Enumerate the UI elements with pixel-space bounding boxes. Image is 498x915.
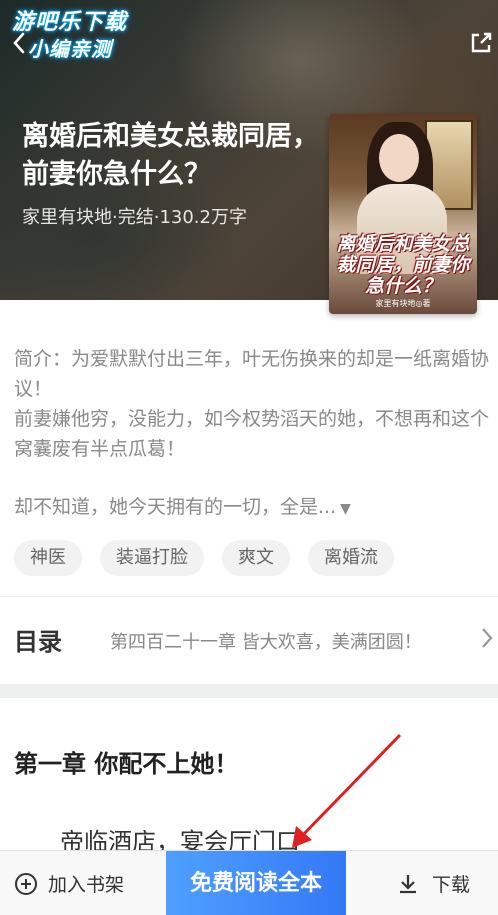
tag-chip[interactable]: 爽文 <box>222 540 290 576</box>
bottom-action-bar: 加入书架 免费阅读全本 下载 <box>0 850 498 915</box>
intro-line: 前妻嫌他穷，没能力，如今权势滔天的她，不想再和这个窝囊废有半点瓜葛！ <box>14 408 490 460</box>
tag-chip[interactable]: 装逼打脸 <box>100 540 204 576</box>
latest-chapter: 第四百二十一章 皆大欢喜，美满团圆！ <box>110 632 422 653</box>
toc-label: 目录 <box>14 628 62 656</box>
intro-more[interactable]: 却不知道，她今天拥有的一切，全是... ▼ <box>14 492 351 524</box>
book-meta: 家里有块地·完结·130.2万字 <box>22 207 247 228</box>
chevron-right-icon <box>480 626 494 656</box>
free-read-button[interactable]: 免费阅读全本 <box>166 851 346 915</box>
watermark-logo: 游吧乐下载 小编亲测 <box>12 10 150 70</box>
intro-line: 简介：为爱默默付出三年，叶无伤换来的却是一纸离婚协议！ <box>14 348 490 400</box>
tag-chip[interactable]: 神医 <box>14 540 82 576</box>
download-button[interactable]: 下载 <box>396 851 470 915</box>
intro-line: 却不知道，她今天拥有的一切，全是... <box>14 496 337 518</box>
plus-circle-icon <box>15 872 37 895</box>
cover-title: 离婚后和美女总裁同居，前妻你急什么？ <box>336 233 470 297</box>
tag-list: 神医 装逼打脸 爽文 离婚流 <box>14 540 394 576</box>
download-icon <box>400 874 416 893</box>
cover-author: 家里有块地◎著 <box>375 299 431 308</box>
divider <box>0 596 498 597</box>
section-divider <box>0 684 498 698</box>
tag-chip[interactable]: 离婚流 <box>308 540 394 576</box>
add-to-shelf-button[interactable]: 加入书架 <box>14 851 124 915</box>
share-button[interactable] <box>468 30 494 56</box>
watermark-line2: 小编亲测 <box>28 37 112 61</box>
download-label: 下载 <box>432 874 471 896</box>
table-of-contents-row[interactable]: 目录 第四百二十一章 皆大欢喜，美满团圆！ <box>0 598 498 684</box>
chevron-left-icon <box>13 32 25 54</box>
share-icon <box>471 32 492 53</box>
chapter-title: 第一章 你配不上她！ <box>14 750 239 778</box>
add-to-shelf-label: 加入书架 <box>48 874 125 896</box>
book-title: 离婚后和美女总裁同居，前妻你急什么？ <box>22 121 319 190</box>
triangle-down-icon[interactable]: ▼ <box>340 501 351 517</box>
book-intro: 简介：为爱默默付出三年，叶无伤换来的却是一纸离婚协议！ 前妻嫌他穷，没能力，如今… <box>14 344 492 464</box>
back-button[interactable] <box>10 30 32 56</box>
watermark-line1: 游吧乐下载 <box>12 10 128 35</box>
book-cover[interactable]: 离婚后和美女总裁同居，前妻你急什么？ 家里有块地◎著 <box>329 114 477 314</box>
